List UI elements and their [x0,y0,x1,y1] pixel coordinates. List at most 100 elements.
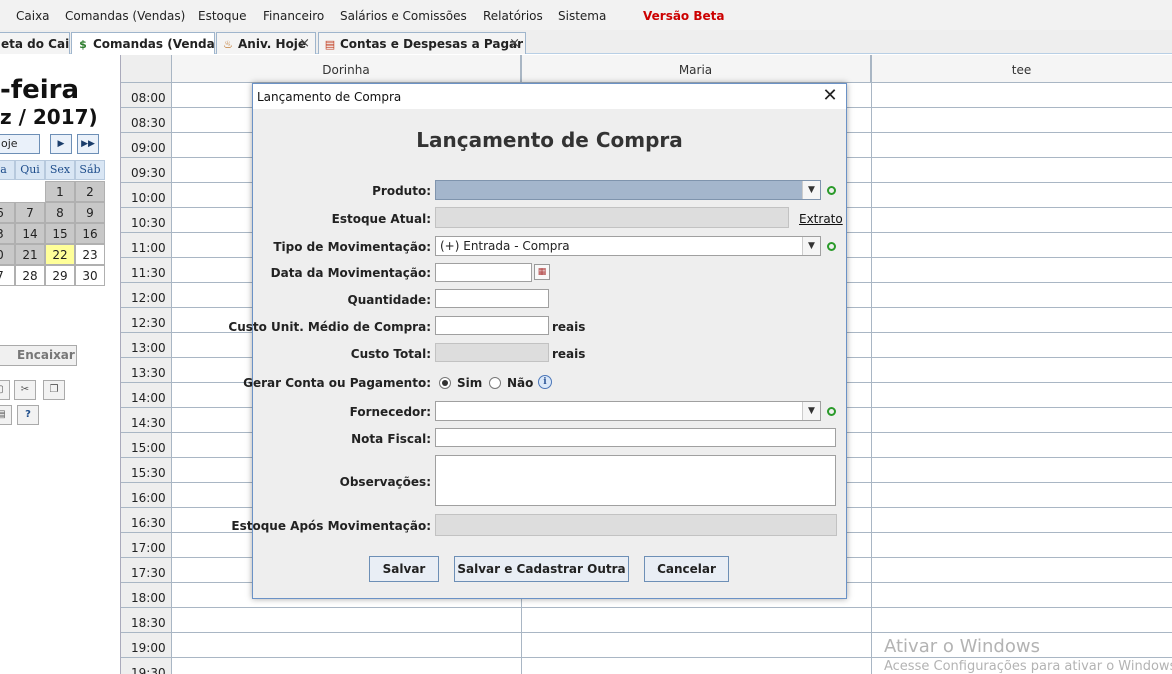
next-year-icon[interactable]: ▶▶ [77,134,99,154]
calendar-day[interactable]: 7 [0,265,15,286]
observacoes-textarea[interactable] [435,455,836,506]
time-slot-label: 09:00 [121,133,172,158]
weekday-header: Qui [15,160,45,180]
info-icon[interactable]: i [538,375,552,389]
add-produto-icon[interactable] [827,186,836,195]
tipo-movimentacao-label: Tipo de Movimentação: [273,240,431,254]
calendar-day[interactable]: 8 [45,202,75,223]
calendar-day[interactable]: 0 [0,244,15,265]
gerar-conta-sim-radio[interactable] [439,377,451,389]
estoque-atual-label: Estoque Atual: [331,212,431,226]
calendar-day[interactable]: 16 [75,223,105,244]
calendar-day-today[interactable]: 22 [45,244,75,265]
calendar-day[interactable]: 2 [75,181,105,202]
copy-icon[interactable]: ❐ [43,380,65,400]
close-icon[interactable]: ✕ [820,85,840,106]
calendar-day[interactable]: 21 [15,244,45,265]
time-slot-label: 15:30 [121,458,172,483]
save-and-new-button[interactable]: Salvar e Cadastrar Outra [454,556,629,582]
time-slot-label: 19:00 [121,633,172,658]
calendar-day[interactable]: 29 [45,265,75,286]
today-button[interactable]: oje [0,134,40,154]
gerar-conta-nao-radio[interactable] [489,377,501,389]
quantidade-input[interactable] [435,289,549,308]
time-slot-label: 15:00 [121,433,172,458]
time-slot-label: 18:30 [121,608,172,633]
tab-contas[interactable]: ▤ Contas e Despesas a Pagar × [318,32,526,54]
tab-caixa-label: eta do Caixa [1,37,70,51]
data-movimentacao-input[interactable] [435,263,532,282]
encaixar-button[interactable]: Encaixar [0,345,77,366]
extrato-link[interactable]: Extrato [799,212,843,226]
cut-icon[interactable]: ✂ [14,380,36,400]
professional-column-header: tee [871,55,1172,83]
quantidade-label: Quantidade: [347,293,431,307]
calendar-day[interactable]: 1 [45,181,75,202]
close-icon[interactable]: × [299,36,310,51]
time-slot-label: 18:00 [121,583,172,608]
tab-aniv-label: Aniv. Hoje [238,37,307,51]
produto-select[interactable]: ▼ [435,180,821,200]
calendar-day[interactable]: 9 [75,202,105,223]
nota-fiscal-input[interactable] [435,428,836,447]
calendar-day[interactable]: 3 [0,223,15,244]
time-slot-label: 16:00 [121,483,172,508]
encaixar-label: Encaixar [17,348,75,362]
new-appointment-icon[interactable]: ▢ [0,380,10,400]
calendar-day[interactable]: 14 [15,223,45,244]
bills-icon: ▤ [324,38,336,51]
save-button[interactable]: Salvar [369,556,439,582]
month-title: z / 2017) [0,105,98,129]
custo-unit-input[interactable] [435,316,549,335]
column-divider [871,55,872,674]
calendar-day[interactable]: 7 [15,202,45,223]
next-month-icon[interactable]: ▶ [50,134,72,154]
chevron-down-icon[interactable]: ▼ [802,402,820,420]
time-slot-label: 09:30 [121,158,172,183]
dialog-window-title: Lançamento de Compra [257,90,402,104]
gerar-conta-label: Gerar Conta ou Pagamento: [243,376,431,390]
menu-comandas[interactable]: Comandas (Vendas) [65,9,185,23]
fornecedor-select[interactable]: ▼ [435,401,821,421]
professional-column-header: Maria [521,55,871,83]
custo-unit-suffix: reais [552,320,586,334]
calendar-day[interactable]: 30 [75,265,105,286]
menu-estoque[interactable]: Estoque [198,9,247,23]
calendar-day[interactable]: 28 [15,265,45,286]
tab-caixa[interactable]: eta do Caixa [0,32,70,54]
chevron-down-icon[interactable]: ▼ [802,181,820,199]
menu-salarios[interactable]: Salários e Comissões [340,9,467,23]
estoque-apos-field [435,514,837,536]
menu-sistema[interactable]: Sistema [558,9,606,23]
add-fornecedor-icon[interactable] [827,407,836,416]
calendar-day[interactable]: 6 [0,202,15,223]
calendar-day[interactable]: 23 [75,244,105,265]
print-icon[interactable]: ▤ [0,405,12,425]
weekday-header: Sex [45,160,75,180]
chevron-down-icon[interactable]: ▼ [802,237,820,255]
data-movimentacao-label: Data da Movimentação: [270,266,431,280]
calendar-day[interactable]: 15 [45,223,75,244]
estoque-apos-label: Estoque Após Movimentação: [231,519,431,533]
add-tipo-icon[interactable] [827,242,836,251]
menu-relatorios[interactable]: Relatórios [483,9,543,23]
menu-caixa[interactable]: Caixa [16,9,50,23]
time-slot-label: 08:00 [121,83,172,108]
nota-fiscal-label: Nota Fiscal: [351,432,431,446]
calendar-icon[interactable]: ▦ [534,264,550,280]
time-slot-label: 08:30 [121,108,172,133]
tab-contas-label: Contas e Despesas a Pagar [340,37,524,51]
gerar-conta-nao-label[interactable]: Não [507,376,533,390]
menu-financeiro[interactable]: Financeiro [263,9,324,23]
tab-aniv-hoje[interactable]: ♨ Aniv. Hoje × [216,32,316,54]
time-slot-label: 19:30 [121,658,172,674]
gerar-conta-sim-label[interactable]: Sim [457,376,482,390]
cancel-button[interactable]: Cancelar [644,556,729,582]
close-icon[interactable]: × [509,36,520,51]
time-slot-label: 13:30 [121,358,172,383]
help-icon[interactable]: ? [17,405,39,425]
time-slot-label: 11:00 [121,233,172,258]
dollar-icon: $ [79,38,87,51]
tipo-movimentacao-select[interactable]: (+) Entrada - Compra ▼ [435,236,821,256]
tab-comandas[interactable]: $ Comandas (Vendas) [71,32,215,54]
